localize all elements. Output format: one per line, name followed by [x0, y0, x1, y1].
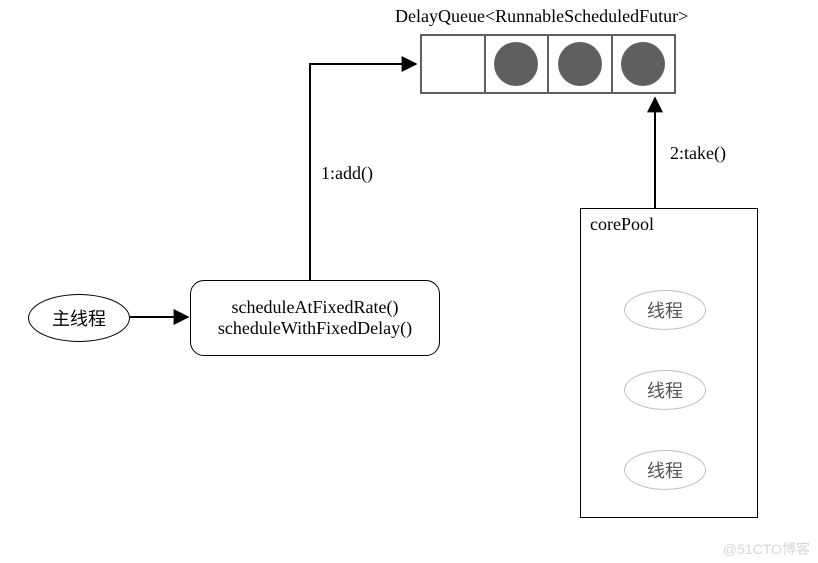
- schedule-methods-box: scheduleAtFixedRate() scheduleWithFixedD…: [190, 280, 440, 356]
- core-pool-title: corePool: [590, 214, 654, 235]
- thread-node: 线程: [624, 290, 706, 330]
- thread-label: 线程: [647, 377, 683, 403]
- queue-cell-filled: [486, 36, 550, 92]
- queue-cell-filled: [549, 36, 613, 92]
- watermark: @51CTO博客: [723, 539, 810, 559]
- edge-add-label: 1:add(): [321, 163, 373, 184]
- thread-label: 线程: [647, 457, 683, 483]
- task-dot: [621, 42, 665, 86]
- thread-node: 线程: [624, 370, 706, 410]
- schedule-at-fixed-rate-label: scheduleAtFixedRate(): [232, 297, 399, 318]
- thread-node: 线程: [624, 450, 706, 490]
- edge-take-label: 2:take(): [670, 143, 726, 164]
- task-dot: [558, 42, 602, 86]
- schedule-with-fixed-delay-label: scheduleWithFixedDelay(): [218, 318, 412, 339]
- queue-cell-empty: [422, 36, 486, 92]
- task-dot: [494, 42, 538, 86]
- queue-title: DelayQueue<RunnableScheduledFutur>: [395, 6, 688, 27]
- delay-queue: [420, 34, 676, 94]
- main-thread-node: 主线程: [28, 294, 130, 342]
- thread-label: 线程: [647, 297, 683, 323]
- queue-cell-filled: [613, 36, 675, 92]
- main-thread-label: 主线程: [52, 305, 106, 331]
